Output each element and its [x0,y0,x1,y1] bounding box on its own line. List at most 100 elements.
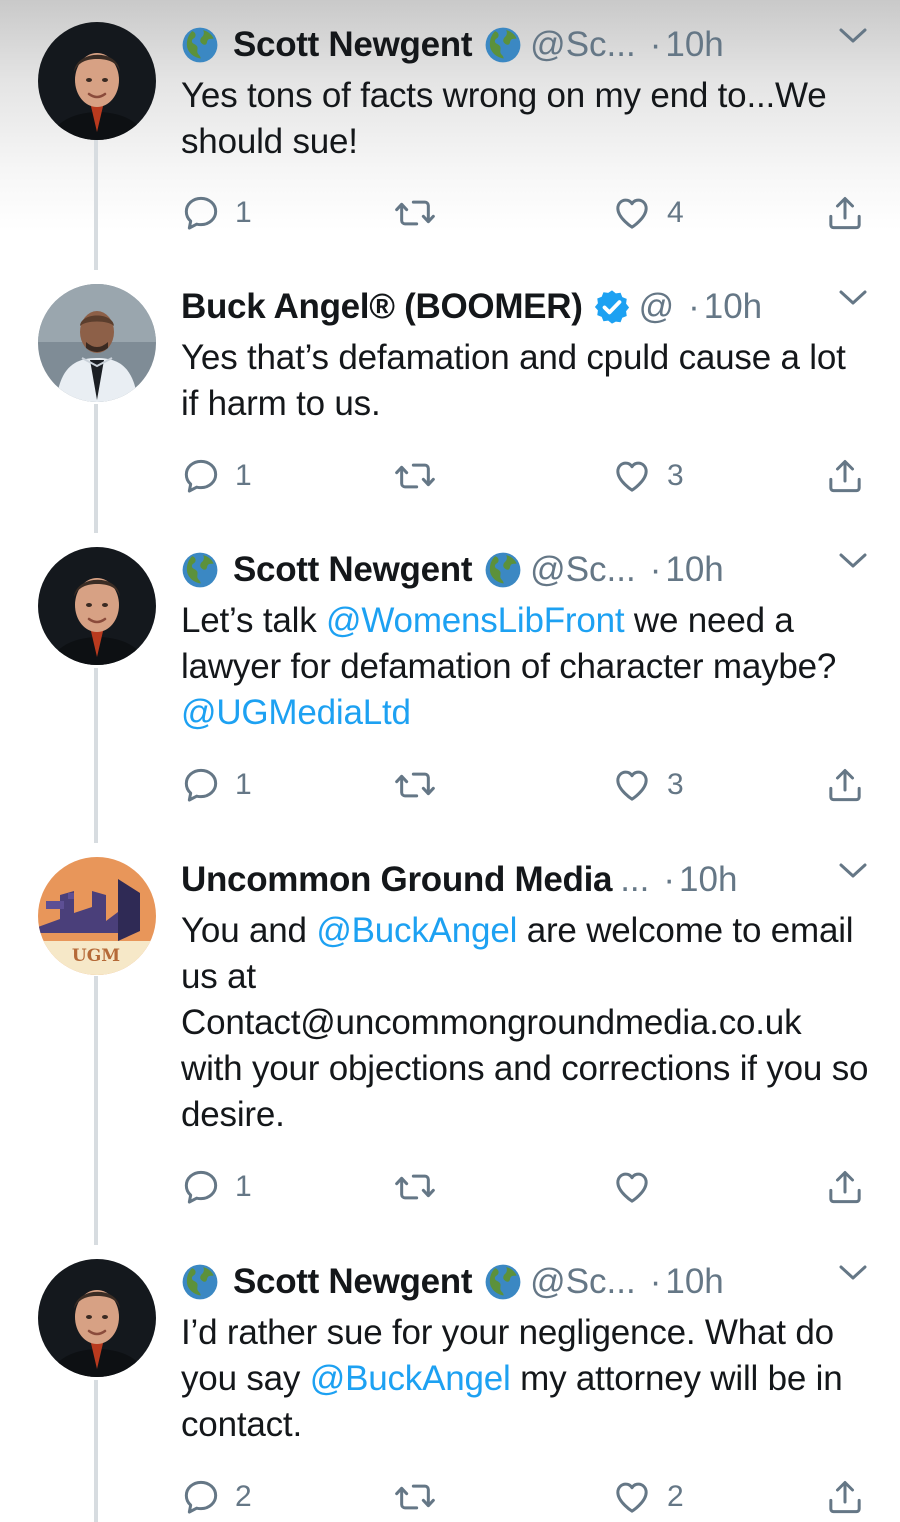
reply-thread[interactable]: Scott Newgent @Sc... · 10h Yes tons of facts… [0,0,900,1522]
chevron-down-icon[interactable] [838,26,868,46]
author-handle[interactable]: ... [620,860,649,900]
share-button[interactable] [825,451,865,501]
tweet-timestamp[interactable]: 10h [704,287,762,327]
share-button[interactable] [825,1162,865,1212]
earth-globe-emoji-icon [181,1263,219,1301]
reply-button[interactable]: 1 [181,1162,252,1212]
mention-link[interactable]: @UGMediaLtd [181,693,411,732]
reply-icon [184,1170,218,1204]
tweet-text: Yes tons of facts wrong on my end to...W… [181,73,871,165]
share-icon [829,197,861,230]
reply-icon [184,459,218,493]
mention-link[interactable]: @BuckAngel [310,1359,511,1398]
author-name[interactable]: Scott Newgent [233,25,472,65]
reply-button[interactable]: 2 [181,1472,252,1522]
tweet-timestamp[interactable]: 10h [665,1262,723,1302]
like-count: 2 [667,1480,684,1513]
reply-button[interactable]: 1 [181,760,252,810]
replie-count: 1 [235,196,252,229]
retweet-button[interactable] [393,188,451,238]
tweet-content: Uncommon Ground Media... · 10h You and @Buc… [181,855,871,1138]
author-handle[interactable]: @Sc... [530,1262,636,1302]
chevron-down-icon[interactable] [838,861,868,881]
author-handle[interactable]: @ [639,287,675,327]
thread-connector-line [94,140,98,270]
meta-separator: · [649,550,662,589]
tweet-timestamp[interactable]: 10h [665,25,723,65]
author-handle[interactable]: @Sc... [530,550,636,590]
chevron-down-icon[interactable] [838,1263,868,1283]
tweet-header: Scott Newgent @Sc... · 10h [181,545,871,595]
svg-text:UGM: UGM [72,946,120,966]
retweet-button[interactable] [393,1162,451,1212]
share-icon [829,460,861,493]
profile-photo [38,284,156,402]
meta-separator: · [688,287,700,326]
like-count: 3 [667,768,684,801]
thread-connector-line [94,976,98,1245]
tweet-content: Scott Newgent @Sc... · 10h Yes tons of facts… [181,20,871,165]
retweet-button[interactable] [393,1472,451,1522]
share-button[interactable] [825,1472,865,1522]
chevron-down-icon[interactable] [838,551,868,571]
like-button[interactable] [611,1162,667,1212]
earth-globe-emoji-icon [484,1263,522,1301]
retweet-icon [395,463,435,489]
meta-separator: · [649,1262,662,1301]
reply-icon [184,768,218,802]
like-button[interactable]: 4 [611,188,684,238]
meta-separator: · [663,860,676,899]
earth-globe-emoji-icon [484,551,522,589]
heart-icon [616,198,648,229]
avatar[interactable]: UGM [38,857,156,975]
avatar[interactable] [38,22,156,140]
retweet-button[interactable] [393,760,451,810]
profile-photo [38,1259,156,1377]
tweet-content: Buck Angel® (BOOMER) @ · 10h Yes that’s defa… [181,282,871,427]
share-icon [829,769,861,802]
verified-badge-icon [593,288,631,326]
thread-connector-line [94,404,98,533]
replie-count: 2 [235,1480,252,1513]
author-name[interactable]: Buck Angel® (BOOMER) [181,287,583,327]
retweet-icon [395,772,435,798]
author-name[interactable]: Uncommon Ground Media [181,860,613,900]
replie-count: 1 [235,459,252,492]
tweet-text: You and @BuckAngel are welcome to email … [181,908,871,1138]
tweet-content: Scott Newgent @Sc... · 10h Let’s talk @Women… [181,545,871,736]
chevron-down-icon[interactable] [838,288,868,308]
tweet-timestamp[interactable]: 10h [665,550,723,590]
retweet-button[interactable] [393,451,451,501]
tweet-content: Scott Newgent @Sc... · 10h I’d rather sue fo… [181,1257,871,1448]
share-button[interactable] [825,760,865,810]
like-button[interactable]: 3 [611,760,684,810]
avatar[interactable] [38,284,156,402]
share-icon [829,1481,861,1514]
avatar[interactable] [38,547,156,665]
author-handle[interactable]: @Sc... [530,25,636,65]
earth-globe-emoji-icon [181,551,219,589]
tweet-action-bar: 13 [181,760,881,810]
share-button[interactable] [825,188,865,238]
share-icon [829,1171,861,1204]
tweet-timestamp[interactable]: 10h [679,860,737,900]
like-button[interactable]: 2 [611,1472,684,1522]
heart-icon [616,770,648,801]
author-name[interactable]: Scott Newgent [233,1262,472,1302]
retweet-icon [395,1484,435,1510]
like-button[interactable]: 3 [611,451,684,501]
reply-button[interactable]: 1 [181,188,252,238]
retweet-icon [395,1174,435,1200]
mention-link[interactable]: @BuckAngel [316,911,517,950]
tweet-header: Buck Angel® (BOOMER) @ · 10h [181,282,871,332]
tweet-text-segment: You and [181,911,317,950]
tweet-action-bar: 1 [181,1162,881,1212]
tweet-action-bar: 13 [181,451,881,501]
reply-button[interactable]: 1 [181,451,252,501]
thread-connector-line [94,1380,98,1522]
tweet-text: Yes that’s defamation and cpuld cause a … [181,335,871,427]
tweet-text-segment: Let’s talk [181,601,327,640]
author-name[interactable]: Scott Newgent [233,550,472,590]
avatar[interactable] [38,1259,156,1377]
mention-link[interactable]: @WomensLibFront [326,601,625,640]
